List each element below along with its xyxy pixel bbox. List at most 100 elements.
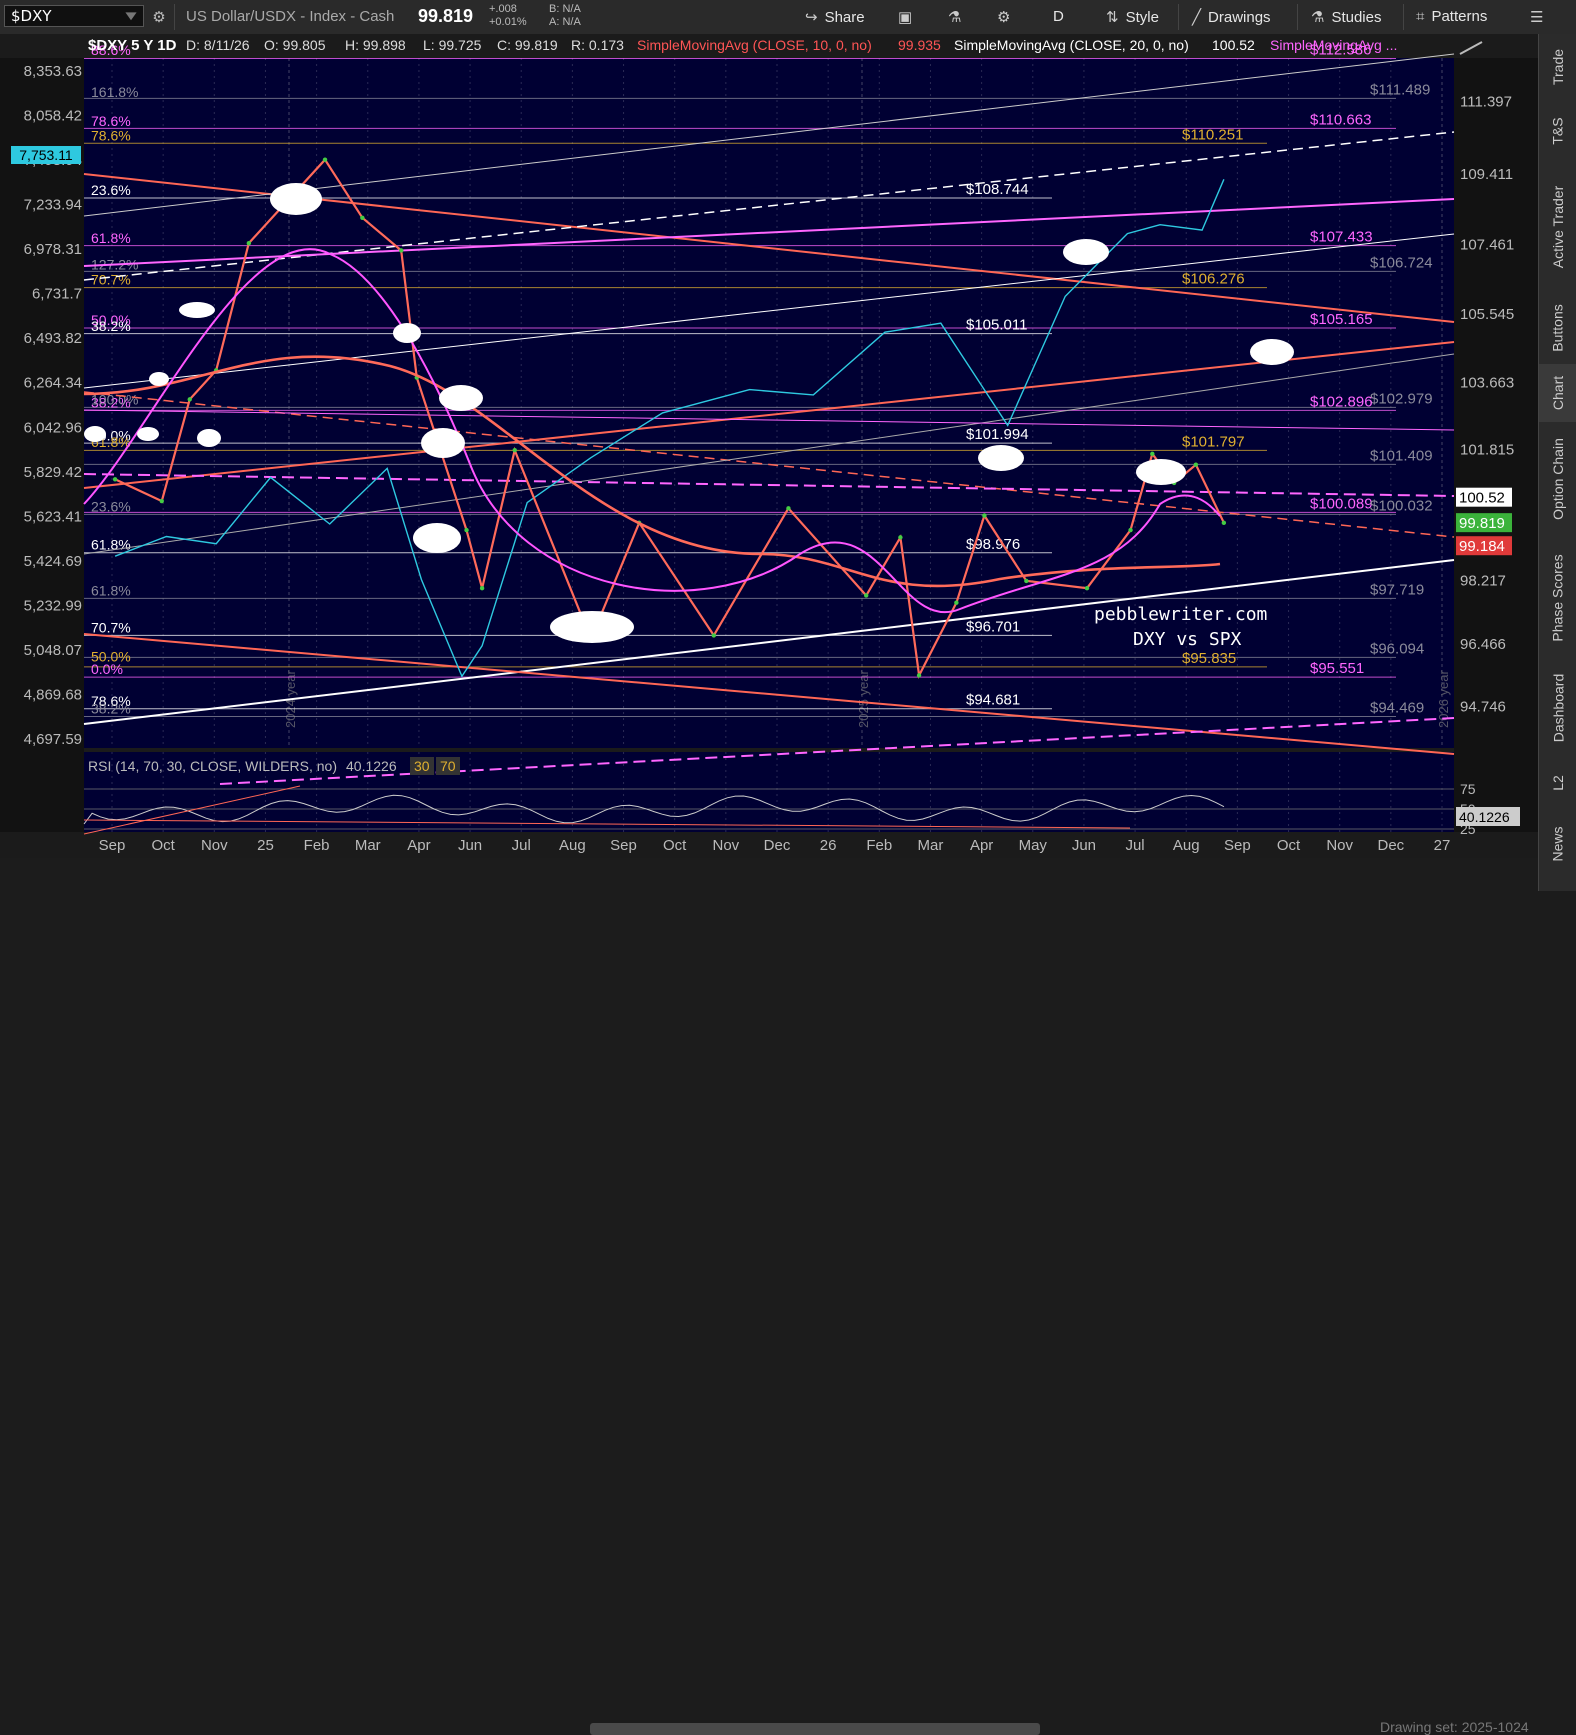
net-change: +.008 +0.01% xyxy=(489,3,527,29)
year-label: 2025 year xyxy=(856,670,871,728)
horizontal-scrollbar[interactable] xyxy=(590,1723,1040,1735)
x-tick-label: Jun xyxy=(1072,837,1096,854)
left-axis-label: 5,424.69 xyxy=(24,553,82,570)
dxy-price-point xyxy=(399,248,404,253)
divider xyxy=(1297,4,1298,30)
dxy-price-point xyxy=(159,498,164,504)
instrument-name: US Dollar/USDX - Index - Cash xyxy=(186,8,395,25)
left-axis-label: 6,264.34 xyxy=(24,375,82,392)
highlight-ellipse xyxy=(1063,239,1109,265)
level-label: $100.032 xyxy=(1370,497,1433,514)
x-tick-label: 25 xyxy=(257,837,274,854)
settings-sliders-icon[interactable]: ⚙ xyxy=(148,6,170,28)
snapshot-button[interactable]: ▣ xyxy=(898,8,919,26)
x-tick-label: Sep xyxy=(610,837,637,854)
level-label: $106.276 xyxy=(1182,271,1245,288)
share-label: Share xyxy=(824,9,865,26)
side-tab-label: News xyxy=(1549,826,1566,862)
rsi-value-label: 40.1226 xyxy=(1459,809,1510,825)
fib-label: 161.8% xyxy=(91,84,138,100)
dxy-price-point xyxy=(464,527,469,533)
side-tab-option-chain[interactable]: Option Chain xyxy=(1539,424,1576,534)
rsi-header-value: 40.1226 xyxy=(346,758,397,774)
studies-button[interactable]: ⚗ Studies xyxy=(1311,8,1382,26)
drawing-set-label: Drawing set: 2025-1024 xyxy=(1380,1719,1529,1735)
right-axis-label: 111.397 xyxy=(1460,94,1512,111)
fib-label: 23.6% xyxy=(91,498,131,514)
right-axis-label: 107.461 xyxy=(1460,237,1514,254)
header-sma20: SimpleMovingAvg (CLOSE, 20, 0, no) xyxy=(954,37,1189,53)
highlight-ellipse xyxy=(413,523,461,553)
left-axis-label: 5,048.07 xyxy=(24,642,82,659)
symbol-input[interactable]: $DXY xyxy=(4,5,144,27)
highlight-ellipse xyxy=(270,183,322,215)
right-axis-label: 94.746 xyxy=(1460,698,1506,715)
x-tick-label: 27 xyxy=(1434,837,1451,854)
side-tab-active-trader[interactable]: Active Trader xyxy=(1539,162,1576,292)
pencil-line-icon: ╱ xyxy=(1192,9,1202,26)
dxy-price-point xyxy=(512,448,517,453)
dxy-price-point xyxy=(246,241,252,246)
header-high: H: 99.898 xyxy=(345,37,406,53)
side-tab-trade[interactable]: Trade xyxy=(1539,34,1576,100)
x-tick-label: Nov xyxy=(713,837,740,854)
share-button[interactable]: ↪ Share xyxy=(805,8,865,26)
level-label: $96.701 xyxy=(966,618,1020,635)
x-tick-label: May xyxy=(1019,837,1048,854)
x-tick-label: Feb xyxy=(866,837,892,854)
x-tick-label: Apr xyxy=(407,837,430,854)
fib-label: 78.6% xyxy=(91,127,131,143)
dxy-price-point xyxy=(711,633,716,638)
highlight-ellipse xyxy=(137,427,159,441)
divider xyxy=(1178,4,1179,30)
header-sma-more: SimpleMovingAvg ... xyxy=(1270,37,1397,53)
period-label: D xyxy=(1053,8,1064,25)
left-axis-label: 4,697.59 xyxy=(24,731,82,748)
side-tab-t-s[interactable]: T&S xyxy=(1539,102,1576,160)
level-label: $94.469 xyxy=(1370,699,1424,716)
candles-icon: ⇅ xyxy=(1106,9,1119,26)
change-percent: +0.01% xyxy=(489,16,527,28)
chart-canvas[interactable]: Sep Oct Nov 25 Feb Mar Apr Jun Jul Aug Sep Oct Nov De… xyxy=(0,34,1538,858)
period-button[interactable]: D xyxy=(1053,8,1064,25)
level-label: $110.251 xyxy=(1182,126,1243,143)
level-label: $106.724 xyxy=(1370,254,1433,271)
left-axis-label: 6,978.31 xyxy=(24,241,82,258)
style-button[interactable]: ⇅ Style xyxy=(1106,8,1159,26)
side-tab-phase-scores[interactable]: Phase Scores xyxy=(1539,534,1576,662)
highlight-ellipse xyxy=(179,302,215,318)
patterns-button[interactable]: ⌗ Patterns xyxy=(1416,8,1487,25)
rsi-header: RSI (14, 70, 30, CLOSE, WILDERS, no) xyxy=(88,758,337,774)
x-tick-label: Sep xyxy=(99,837,126,854)
chevron-down-icon[interactable] xyxy=(125,12,137,21)
side-tab-news[interactable]: News xyxy=(1539,814,1576,874)
side-tab-label: L2 xyxy=(1549,775,1566,791)
chart-symbol: $DXY 5 Y 1D xyxy=(88,37,177,54)
side-tab-chart[interactable]: Chart xyxy=(1539,364,1576,422)
dxy-price-point xyxy=(916,673,922,678)
x-tick-label: Aug xyxy=(559,837,586,854)
side-tab-buttons[interactable]: Buttons xyxy=(1539,294,1576,362)
fib-label: 70.7% xyxy=(91,619,131,635)
right-axis-label: 98.217 xyxy=(1460,572,1506,589)
gear-icon: ⚙ xyxy=(997,9,1011,26)
side-tab-dashboard[interactable]: Dashboard xyxy=(1539,664,1576,752)
divider xyxy=(1403,4,1404,30)
side-tab-l2[interactable]: L2 xyxy=(1539,754,1576,812)
side-tab-label: Buttons xyxy=(1550,304,1567,352)
bottom-bar: Drawing set: 2025-1024 xyxy=(0,858,1538,1735)
left-axis-label: 5,829.42 xyxy=(24,464,82,481)
right-axis-label: 105.545 xyxy=(1460,306,1514,323)
chart-settings-button[interactable]: ⚙ xyxy=(997,8,1017,26)
dxy-price-point xyxy=(898,535,903,540)
dxy-price-point xyxy=(1221,520,1227,526)
side-tab-label: Chart xyxy=(1549,375,1566,411)
menu-button[interactable]: ☰ xyxy=(1530,8,1550,26)
flask-button[interactable]: ⚗ xyxy=(948,8,968,26)
side-tab-label: Active Trader xyxy=(1550,185,1567,269)
price-tag-label: 99.819 xyxy=(1459,515,1505,532)
dxy-price-point xyxy=(1024,578,1029,584)
level-label: $96.094 xyxy=(1370,640,1424,657)
side-tab-label: T&S xyxy=(1549,117,1566,145)
drawings-button[interactable]: ╱ Drawings xyxy=(1192,8,1271,26)
